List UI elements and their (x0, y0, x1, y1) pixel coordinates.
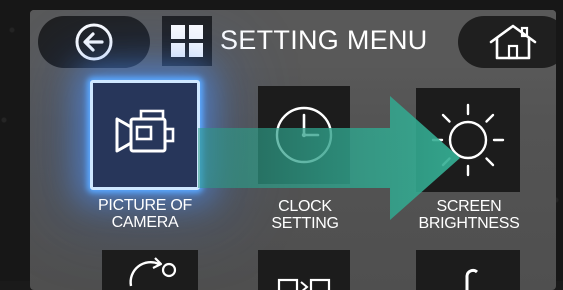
menu-item-label-screen-brightness: SCREEN BRIGHTNESS (418, 198, 520, 232)
clock-icon (275, 106, 333, 164)
home-icon (489, 24, 537, 60)
display-switch-icon (277, 278, 331, 290)
menu-item-display-mode[interactable] (258, 250, 350, 290)
back-button[interactable] (38, 16, 150, 68)
menu-item-other[interactable] (416, 250, 520, 290)
home-button[interactable] (458, 16, 556, 68)
menu-item-label-picture-of-camera: PICTURE OF CAMERA (98, 197, 192, 231)
settings-screen: SETTING MENU PICTURE OF CAMERA CLOCK SET… (30, 10, 556, 290)
menu-item-picture-of-camera[interactable] (90, 80, 200, 190)
sun-brightness-icon (431, 103, 505, 177)
menu-item-screen-brightness[interactable] (416, 88, 520, 192)
reset-wrench-icon (129, 257, 177, 287)
page-title: SETTING MENU (220, 25, 428, 55)
menu-item-reset[interactable] (102, 250, 198, 290)
menu-item-clock-setting[interactable] (258, 86, 350, 184)
video-camera-icon (115, 109, 175, 153)
grid-menu-icon (162, 16, 212, 66)
header-bar: SETTING MENU (30, 10, 556, 68)
back-arrow-icon (75, 23, 113, 61)
menu-item-label-clock-setting: CLOCK SETTING (271, 198, 339, 232)
hook-icon (465, 268, 479, 290)
